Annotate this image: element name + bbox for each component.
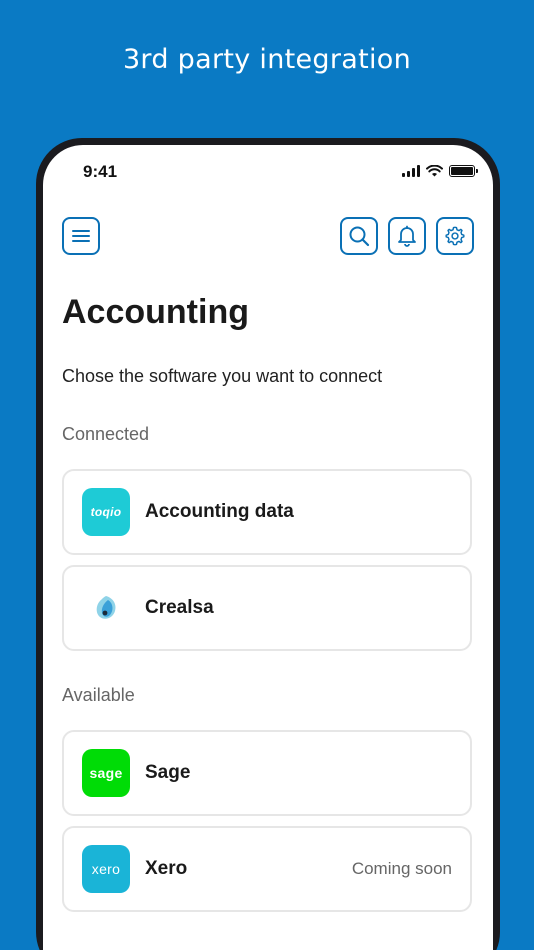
status-icons: [402, 165, 478, 177]
cellular-signal-icon: [402, 165, 420, 177]
integration-card-toqio[interactable]: toqio Accounting data: [62, 469, 472, 555]
page-title: Accounting: [62, 293, 249, 331]
section-label-available: Available: [62, 685, 135, 705]
page-subtitle: Chose the software you want to connect: [62, 366, 383, 386]
gear-icon: [445, 226, 465, 246]
wifi-icon: [426, 165, 443, 177]
menu-icon: [72, 230, 90, 242]
status-time: 9:41: [83, 162, 118, 181]
notifications-button[interactable]: [388, 217, 426, 255]
phone-screen: 9:41 Accounting Chose the software you w…: [43, 145, 493, 950]
page: 3rd party integration 9:41 Accounting Ch…: [0, 0, 534, 950]
battery-icon: [449, 165, 478, 177]
xero-logo: xero: [82, 845, 130, 893]
crealsa-logo: [82, 584, 130, 632]
toqio-logo: toqio: [82, 488, 130, 536]
integration-card-crealsa[interactable]: Crealsa: [62, 565, 472, 651]
search-icon: [349, 226, 370, 247]
sage-logo: sage: [82, 749, 130, 797]
integration-name: Sage: [145, 762, 191, 783]
hero-title: 3rd party integration: [122, 44, 412, 75]
integration-card-xero[interactable]: xero Xero Coming soon: [62, 826, 472, 912]
integration-name: Crealsa: [145, 597, 214, 618]
bell-icon: [398, 225, 416, 247]
settings-button[interactable]: [436, 217, 474, 255]
search-button[interactable]: [340, 217, 378, 255]
status-bar: 9:41: [43, 161, 493, 185]
coming-soon-badge: Coming soon: [351, 859, 452, 878]
menu-button[interactable]: [62, 217, 100, 255]
integration-name: Accounting data: [145, 501, 294, 522]
integration-card-sage[interactable]: sage Sage: [62, 730, 472, 816]
section-label-connected: Connected: [62, 424, 150, 444]
integration-name: Xero: [145, 858, 188, 879]
